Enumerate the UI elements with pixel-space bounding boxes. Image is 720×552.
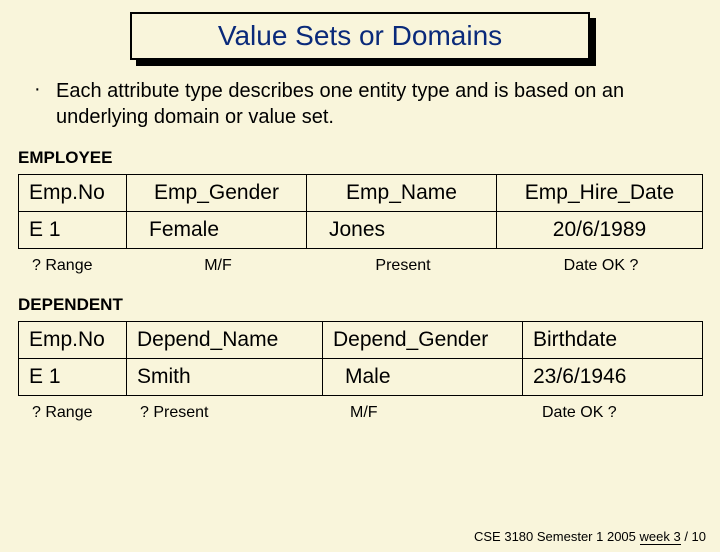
footer-course: CSE 3180 Semester 1 2005 bbox=[474, 529, 640, 544]
col-header: Depend_Name bbox=[127, 322, 323, 359]
bullet-text: Each attribute type describes one entity… bbox=[56, 78, 692, 130]
cell: E 1 bbox=[19, 359, 127, 396]
col-header: Depend_Gender bbox=[323, 322, 523, 359]
note: M/F bbox=[126, 253, 306, 275]
dependent-table: Emp.No Depend_Name Depend_Gender Birthda… bbox=[18, 321, 703, 396]
employee-label: EMPLOYEE bbox=[0, 144, 720, 174]
note: Date OK ? bbox=[496, 253, 702, 275]
cell: Jones bbox=[307, 212, 497, 249]
col-header: Emp_Gender bbox=[127, 175, 307, 212]
employee-table: Emp.No Emp_Gender Emp_Name Emp_Hire_Date… bbox=[18, 174, 703, 249]
col-header: Birthdate bbox=[523, 322, 703, 359]
col-header: Emp_Hire_Date bbox=[497, 175, 703, 212]
note: ? Range bbox=[18, 400, 126, 422]
note: ? Range bbox=[18, 253, 126, 275]
table-row: Emp.No Emp_Gender Emp_Name Emp_Hire_Date bbox=[19, 175, 703, 212]
col-header: Emp.No bbox=[19, 175, 127, 212]
cell: Smith bbox=[127, 359, 323, 396]
col-header: Emp.No bbox=[19, 322, 127, 359]
cell: Female bbox=[127, 212, 307, 249]
employee-notes: ? Range M/F Present Date OK ? bbox=[18, 253, 702, 275]
cell: Male bbox=[323, 359, 523, 396]
footer-page: / 10 bbox=[681, 529, 706, 544]
bullet-dot-icon: · bbox=[34, 78, 42, 130]
note: Present bbox=[306, 253, 496, 275]
note: ? Present bbox=[126, 400, 322, 422]
cell: 23/6/1946 bbox=[523, 359, 703, 396]
footer-week: week 3 bbox=[640, 529, 681, 545]
note: M/F bbox=[322, 400, 522, 422]
title-box: Value Sets or Domains bbox=[130, 12, 590, 60]
col-header: Emp_Name bbox=[307, 175, 497, 212]
note: Date OK ? bbox=[522, 400, 702, 422]
dependent-label: DEPENDENT bbox=[0, 291, 720, 321]
cell: E 1 bbox=[19, 212, 127, 249]
dependent-notes: ? Range ? Present M/F Date OK ? bbox=[18, 400, 702, 422]
cell: 20/6/1989 bbox=[497, 212, 703, 249]
footer: CSE 3180 Semester 1 2005 week 3 / 10 bbox=[474, 529, 706, 544]
table-row: E 1 Female Jones 20/6/1989 bbox=[19, 212, 703, 249]
bullet-item: · Each attribute type describes one enti… bbox=[0, 78, 720, 130]
slide-title: Value Sets or Domains bbox=[218, 20, 502, 51]
table-row: Emp.No Depend_Name Depend_Gender Birthda… bbox=[19, 322, 703, 359]
title-panel: Value Sets or Domains bbox=[130, 12, 590, 60]
table-row: E 1 Smith Male 23/6/1946 bbox=[19, 359, 703, 396]
